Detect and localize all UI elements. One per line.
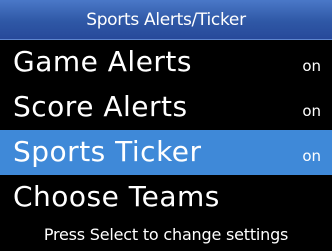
menu-item-value: on: [302, 57, 321, 75]
menu-item-label: Sports Ticker: [13, 135, 202, 168]
screen-title: Sports Alerts/Ticker: [86, 10, 246, 30]
menu-item-choose-teams[interactable]: Choose Teams: [0, 175, 332, 220]
menu-item-score-alerts[interactable]: Score Alerts on: [0, 85, 332, 130]
menu-item-game-alerts[interactable]: Game Alerts on: [0, 40, 332, 85]
settings-menu: Game Alerts on Score Alerts on Sports Ti…: [0, 40, 332, 220]
menu-item-label: Game Alerts: [13, 45, 192, 78]
title-bar: Sports Alerts/Ticker: [0, 0, 332, 40]
menu-item-value: on: [302, 102, 321, 120]
hint-text: Press Select to change settings: [43, 225, 289, 244]
menu-item-label: Choose Teams: [13, 180, 220, 213]
menu-item-sports-ticker[interactable]: Sports Ticker on: [0, 130, 332, 175]
sports-alerts-screen: Sports Alerts/Ticker Game Alerts on Scor…: [0, 0, 332, 251]
menu-item-value: on: [302, 147, 321, 165]
menu-item-label: Score Alerts: [13, 90, 188, 123]
